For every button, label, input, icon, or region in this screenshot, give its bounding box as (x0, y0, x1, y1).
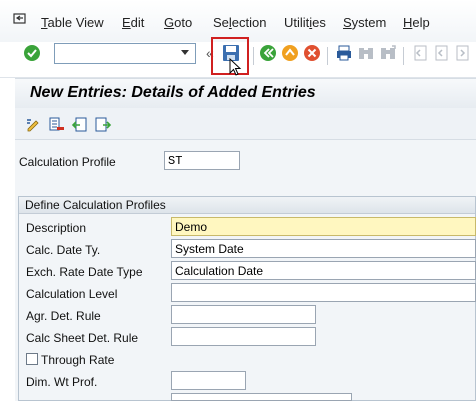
print-icon[interactable] (335, 44, 353, 62)
find-icon (359, 48, 373, 59)
dim-wt-prof-label: Dim. Wt Prof. (26, 375, 98, 389)
find-next-icon (381, 45, 396, 59)
menu-exit-icon[interactable] (13, 13, 27, 25)
menu-edit[interactable]: Edit (122, 15, 144, 30)
description-field[interactable]: Demo (171, 217, 476, 236)
calculation-level-field[interactable] (171, 283, 476, 302)
previous-page-icon (435, 45, 448, 61)
calc-date-type-label: Calc. Date Ty. (26, 243, 101, 257)
next-entry-icon[interactable] (94, 116, 112, 134)
calculation-level-label: Calculation Level (26, 287, 118, 301)
menu-selection[interactable]: Selection (213, 15, 267, 30)
menu-bar: Table View Edit Goto Selection Utilities… (0, 0, 476, 42)
exch-rate-date-type-label: Exch. Rate Date Type (26, 265, 143, 279)
delete-icon[interactable] (48, 116, 66, 134)
group-header: Define Calculation Profiles (19, 197, 475, 214)
toolbar-separator (327, 47, 328, 65)
calc-sheet-det-rule-field[interactable] (171, 327, 316, 346)
toolbar-separator (403, 47, 404, 65)
calculation-profile-label: Calculation Profile (19, 155, 116, 169)
cancel-icon[interactable] (303, 44, 321, 62)
menu-goto[interactable]: Goto (164, 15, 192, 30)
agr-det-rule-label: Agr. Det. Rule (26, 309, 101, 323)
back-icon[interactable] (259, 44, 277, 62)
application-toolbar (15, 108, 476, 140)
first-page-icon (414, 45, 427, 61)
through-rate-label: Through Rate (41, 353, 115, 367)
calc-date-type-field[interactable]: System Date (171, 239, 476, 258)
menu-help[interactable]: Help (403, 15, 430, 30)
chevron-down-icon[interactable] (181, 50, 189, 55)
menu-utilities[interactable]: Utilities (284, 15, 326, 30)
toolbar-separator (253, 47, 254, 65)
next-page-icon (456, 45, 469, 61)
exit-icon[interactable] (281, 44, 299, 62)
agr-det-rule-field[interactable] (171, 305, 316, 324)
description-label: Description (26, 221, 87, 235)
mouse-pointer-icon (229, 58, 242, 76)
display-change-icon[interactable] (25, 116, 43, 134)
previous-entry-icon[interactable] (71, 116, 89, 134)
group-title: Define Calculation Profiles (25, 198, 166, 212)
menu-system[interactable]: System (343, 15, 386, 30)
calculation-profile-field[interactable]: ST (164, 151, 240, 170)
through-rate-checkbox[interactable] (26, 353, 38, 365)
enter-icon[interactable] (23, 44, 41, 62)
calc-sheet-det-rule-label: Calc Sheet Det. Rule (26, 331, 139, 345)
page-title: New Entries: Details of Added Entries (30, 84, 316, 101)
exch-rate-date-type-field[interactable]: Calculation Date (171, 261, 476, 280)
menu-table-view[interactable]: Table View (41, 15, 104, 30)
command-field[interactable] (54, 43, 196, 64)
screen-title-bar: New Entries: Details of Added Entries (15, 78, 476, 108)
next-row-field[interactable] (171, 393, 352, 401)
dim-wt-prof-field[interactable] (171, 371, 246, 390)
